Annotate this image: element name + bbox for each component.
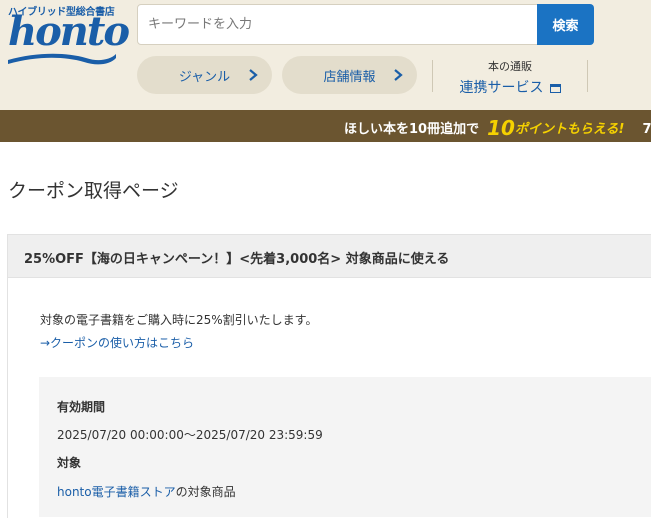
validity-value: 2025/07/20 00:00:00～2025/07/20 23:59:59 — [57, 428, 323, 442]
coupon-title-bar: 25%OFF【海の日キャンペーン！】<先着3,000名> 対象商品に使える — [7, 234, 651, 278]
honto-logo[interactable]: honto — [6, 8, 130, 66]
header-divider — [432, 60, 433, 92]
campaign-banner[interactable]: ほしい本を10冊追加で 10ポイントもらえる! 7/ — [0, 110, 651, 142]
coupon-description: 対象の電子書籍をご購入時に25%割引いたします。 — [40, 313, 318, 327]
banner-text-before: ほしい本を10冊追加で — [344, 122, 480, 137]
site-header: ハイブリッド型総合書店 honto 検索 ジャンル 店舗情報 本の通販 連携サー… — [0, 0, 651, 110]
target-label: 対象 — [57, 456, 82, 470]
linked-service-sublabel: 本の通販 — [488, 60, 532, 73]
coupon-details: 有効期間 2025/07/20 00:00:00～2025/07/20 23:5… — [39, 377, 651, 517]
target-store-link[interactable]: honto電子書籍ストア — [57, 485, 176, 499]
genre-label: ジャンル — [178, 69, 231, 85]
coupon-howto-link[interactable]: →クーポンの使い方はこちら — [40, 334, 194, 351]
search-button[interactable]: 検索 — [537, 4, 594, 45]
page-title: クーポン取得ページ — [8, 180, 179, 202]
chevron-right-icon — [394, 69, 403, 81]
linked-service-label: 連携サービス — [459, 80, 544, 96]
target-suffix: の対象商品 — [175, 485, 236, 499]
banner-points: 10 — [487, 116, 515, 140]
header-divider — [587, 60, 588, 92]
logo-swoosh-icon — [8, 53, 116, 65]
genre-menu-button[interactable]: ジャンル — [137, 56, 272, 94]
search-input[interactable] — [137, 4, 538, 45]
banner-text-after: ポイントもらえる! — [514, 122, 625, 137]
target-value: honto電子書籍ストアの対象商品 — [57, 483, 236, 500]
logo-wordmark: honto — [8, 8, 130, 55]
store-info-button[interactable]: 店舗情報 — [282, 56, 417, 94]
validity-label: 有効期間 — [57, 400, 106, 414]
banner-date: 7/ — [642, 122, 651, 137]
chevron-right-icon — [249, 69, 258, 81]
coupon-title: 25%OFF【海の日キャンペーン！】<先着3,000名> 対象商品に使える — [24, 252, 450, 267]
linked-service-link[interactable]: 本の通販 連携サービス — [443, 58, 577, 97]
store-info-label: 店舗情報 — [323, 69, 376, 85]
external-window-icon — [549, 84, 561, 93]
